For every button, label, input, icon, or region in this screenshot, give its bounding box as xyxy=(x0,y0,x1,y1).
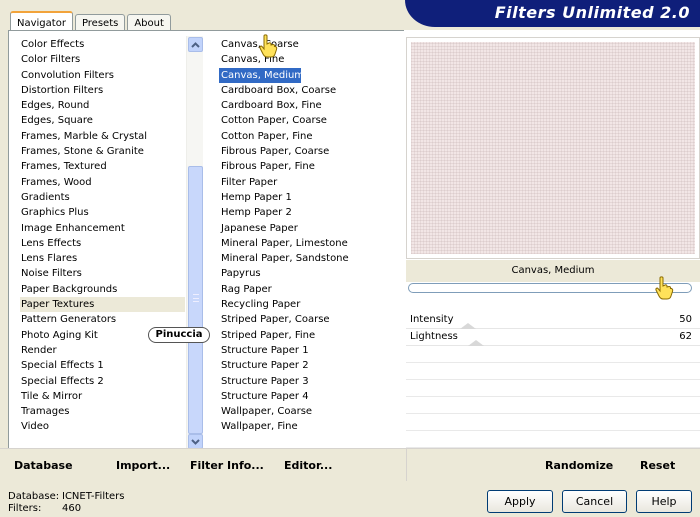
category-item[interactable]: Noise Filters xyxy=(20,266,185,281)
preview-slider[interactable] xyxy=(408,283,692,293)
category-item[interactable]: Lens Effects xyxy=(20,236,185,251)
scroll-down-button[interactable] xyxy=(188,434,203,449)
category-item[interactable]: Pattern Generators xyxy=(20,312,185,327)
param-value: 50 xyxy=(679,314,692,325)
filter-item[interactable]: Fibrous Paper, Coarse xyxy=(219,144,404,159)
watermark-badge: Pinuccia xyxy=(148,327,210,343)
category-item[interactable]: Special Effects 2 xyxy=(20,374,185,389)
category-item[interactable]: Frames, Wood xyxy=(20,175,185,190)
filter-item[interactable]: Canvas, Medium xyxy=(219,67,304,83)
filter-item[interactable]: Structure Paper 4 xyxy=(219,389,404,404)
filter-item[interactable]: Structure Paper 2 xyxy=(219,358,404,373)
filter-item[interactable]: Hemp Paper 1 xyxy=(219,190,404,205)
parameters-panel: Intensity 50 Lightness 62 xyxy=(406,312,700,448)
database-value: ICNET-Filters xyxy=(62,491,125,502)
filter-item[interactable]: Cotton Paper, Coarse xyxy=(219,113,404,128)
filter-list[interactable]: Canvas, Coarse Canvas, Fine Canvas, Medium… xyxy=(219,37,404,435)
filter-item[interactable]: Striped Paper, Fine xyxy=(219,328,404,343)
chevron-down-icon xyxy=(191,438,200,445)
apply-button[interactable]: Apply xyxy=(487,490,553,513)
category-item[interactable]: Video xyxy=(20,419,185,434)
tab-strip: Navigator Presets About xyxy=(10,10,173,33)
category-item[interactable]: Distortion Filters xyxy=(20,83,185,98)
filter-item[interactable]: Structure Paper 3 xyxy=(219,374,404,389)
hand-cursor-icon xyxy=(259,34,278,58)
category-item[interactable]: Gradients xyxy=(20,190,185,205)
filter-item[interactable]: Structure Paper 1 xyxy=(219,343,404,358)
param-slider-thumb[interactable] xyxy=(468,340,484,346)
param-lightness[interactable]: Lightness 62 xyxy=(406,329,700,346)
param-intensity[interactable]: Intensity 50 xyxy=(406,312,700,329)
category-item[interactable]: Color Effects xyxy=(20,37,185,52)
filter-item[interactable]: Wallpaper, Coarse xyxy=(219,404,404,419)
param-label: Intensity xyxy=(410,314,454,325)
filters-count: 460 xyxy=(62,503,82,514)
database-info: Database: ICNET-Filters Filters: 460 xyxy=(8,491,125,515)
category-item[interactable]: Convolution Filters xyxy=(20,68,185,83)
category-item[interactable]: Tile & Mirror xyxy=(20,389,185,404)
chevron-up-icon xyxy=(191,41,200,48)
preview-image xyxy=(411,42,695,254)
randomize-button[interactable]: Randomize xyxy=(545,459,613,472)
import-button[interactable]: Import... xyxy=(116,459,170,472)
param-label: Lightness xyxy=(410,331,458,342)
category-item[interactable]: Tramages xyxy=(20,404,185,419)
category-item[interactable]: Frames, Marble & Crystal xyxy=(20,129,185,144)
category-item[interactable]: Paper Backgrounds xyxy=(20,282,185,297)
filter-item[interactable]: Filter Paper xyxy=(219,175,404,190)
category-item[interactable]: Edges, Round xyxy=(20,98,185,113)
scroll-up-button[interactable] xyxy=(188,37,203,52)
category-item[interactable]: Graphics Plus xyxy=(20,205,185,220)
filter-item[interactable]: Hemp Paper 2 xyxy=(219,205,404,220)
help-button[interactable]: Help xyxy=(636,490,692,513)
filter-item[interactable]: Rag Paper xyxy=(219,282,404,297)
scroll-thumb[interactable] xyxy=(188,166,203,434)
category-item[interactable]: Frames, Textured xyxy=(20,159,185,174)
filter-item[interactable]: Striped Paper, Coarse xyxy=(219,312,404,327)
category-list[interactable]: Color Effects Color Filters Convolution Fi… xyxy=(20,37,185,435)
category-item[interactable]: Frames, Stone & Granite xyxy=(20,144,185,159)
filters-label: Filters: xyxy=(8,503,42,514)
filter-item[interactable]: Recycling Paper xyxy=(219,297,404,312)
editor-button[interactable]: Editor... xyxy=(284,459,332,472)
filter-item[interactable]: Mineral Paper, Limestone xyxy=(219,236,404,251)
filter-item[interactable]: Papyrus xyxy=(219,266,404,281)
database-label: Database: xyxy=(8,491,60,502)
category-item[interactable]: Paper Textures xyxy=(20,297,185,313)
category-item[interactable]: Special Effects 1 xyxy=(20,358,185,373)
reset-button[interactable]: Reset xyxy=(640,459,675,472)
app-title: Filters Unlimited 2.0 xyxy=(494,3,690,22)
category-item[interactable]: Image Enhancement xyxy=(20,221,185,236)
database-button[interactable]: Database xyxy=(14,459,73,472)
bottom-toolbar: Database Import... Filter Info... Editor… xyxy=(0,448,700,481)
category-item[interactable]: Render xyxy=(20,343,185,358)
hand-cursor-icon xyxy=(655,276,674,300)
filter-item[interactable]: Cardboard Box, Coarse xyxy=(219,83,404,98)
filter-item[interactable]: Canvas, Fine xyxy=(219,52,404,67)
category-item[interactable]: Edges, Square xyxy=(20,113,185,128)
filter-item[interactable]: Japanese Paper xyxy=(219,221,404,236)
cancel-button[interactable]: Cancel xyxy=(562,490,627,513)
filter-item[interactable]: Canvas, Coarse xyxy=(219,37,404,52)
filter-item[interactable]: Mineral Paper, Sandstone xyxy=(219,251,404,266)
category-item[interactable]: Lens Flares xyxy=(20,251,185,266)
filter-info-button[interactable]: Filter Info... xyxy=(190,459,264,472)
filter-item[interactable]: Cardboard Box, Fine xyxy=(219,98,404,113)
param-value: 62 xyxy=(679,331,692,342)
filter-item[interactable]: Fibrous Paper, Fine xyxy=(219,159,404,174)
category-scrollbar[interactable] xyxy=(186,36,203,450)
title-banner: Filters Unlimited 2.0 xyxy=(405,0,700,27)
preview-frame xyxy=(406,37,700,259)
filter-item[interactable]: Cotton Paper, Fine xyxy=(219,129,404,144)
category-item[interactable]: Color Filters xyxy=(20,52,185,67)
filter-item[interactable]: Wallpaper, Fine xyxy=(219,419,404,434)
